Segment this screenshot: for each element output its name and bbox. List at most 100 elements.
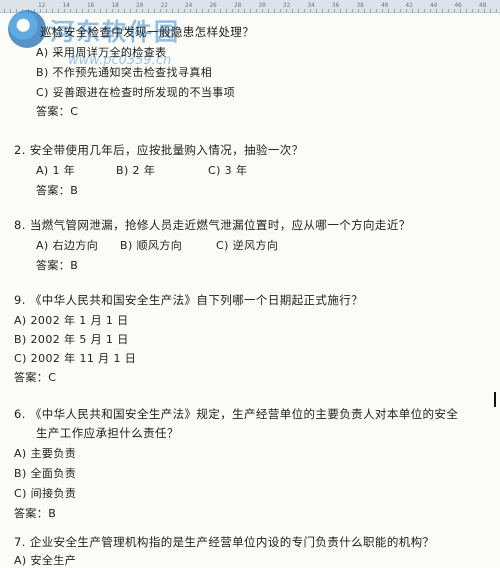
ruler-tick-label: 48 [479,2,487,9]
ruler-mark [292,9,293,12]
ruler-tick-label: 46 [454,2,462,9]
ruler-tick-label: 22 [160,2,168,9]
option-a: A) 右边方向 [36,239,99,252]
ruler-mark [16,9,17,12]
text-cursor [494,392,496,407]
question-9-text: 9. 《中华人民共和国安全生产法》自下列哪一个日期起正式施行？ [14,293,364,307]
ruler-mark [358,9,359,12]
ruler-mark [394,9,395,12]
option-c: C) 间接负责 [14,487,77,500]
ruler-mark [352,9,353,12]
ruler-mark [172,9,173,12]
ruler-tick-label: 40 [381,2,389,9]
option-b: B) 全面负责 [14,467,77,480]
answer-text: 答案：B [36,184,79,197]
ruler-mark [166,9,167,12]
ruler-mark [208,9,209,12]
ruler-mark [490,9,491,12]
ruler-mark [328,9,329,12]
ruler-mark [280,9,281,12]
ruler-mark [10,9,11,12]
ruler-mark [256,9,257,12]
option-c: C) 妥善跟进在检查时所发现的不当事项 [36,86,236,99]
ruler-mark [310,9,311,12]
ruler-mark [448,9,449,12]
ruler-tick-label: 44 [430,2,438,9]
ruler-mark [52,9,53,12]
ruler-mark [46,9,47,12]
ruler-mark [106,9,107,12]
ruler-mark [28,9,29,12]
ruler-mark [178,9,179,12]
ruler-mark [148,9,149,12]
ruler-mark [406,9,407,12]
ruler-mark [346,9,347,12]
ruler-mark [388,9,389,12]
ruler-mark [244,9,245,12]
ruler-mark [70,9,71,12]
ruler-mark [214,9,215,12]
horizontal-ruler[interactable]: 12 14 16 18 20 22 24 26 28 30 32 34 36 38 40 42 44 46 48 [0,0,500,13]
option-b: B) 不作预先通知突击检查找寻真相 [36,66,213,79]
ruler-mark [88,9,89,12]
ruler-mark [286,9,287,12]
ruler-mark [40,9,41,12]
ruler-mark [34,9,35,12]
ruler-mark [130,9,131,12]
question-6-text-line1: 6. 《中华人民共和国安全生产法》规定，生产经营单位的主要负责人对本单位的安全 [14,407,459,421]
ruler-mark [466,9,467,12]
ruler-mark [472,9,473,12]
ruler-mark [454,9,455,12]
ruler-mark [64,9,65,12]
ruler-mark [412,9,413,12]
ruler-tick-label: 18 [111,2,119,9]
ruler-mark [160,9,161,12]
question-6-text-line2: 生产工作应承担什么责任？ [36,426,179,440]
ruler-mark [154,9,155,12]
answer-text: 答案：B [14,507,57,520]
ruler-tick-label: 14 [62,2,70,9]
ruler-tick-label: 12 [38,2,46,9]
option-a: A) 2002 年 1 月 1 日 [14,314,129,327]
option-c: C) 2002 年 11 月 1 日 [14,352,137,365]
ruler-tick-label: 28 [234,2,242,9]
option-a: A) 采用周详万全的检查表 [36,46,167,59]
ruler-mark [340,9,341,12]
ruler-mark [184,9,185,12]
option-c: C) 逆风方向 [216,239,279,252]
ruler-mark [304,9,305,12]
ruler-mark [418,9,419,12]
ruler-tick-label: 34 [307,2,315,9]
ruler-mark [400,9,401,12]
ruler-mark [250,9,251,12]
question-fragment-text: 巡检安全检查中发现一般隐患怎样处理？ [40,25,255,39]
question-2-options: A) 1 年 B) 2 年 C) 3 年 [36,162,247,178]
ruler-mark [112,9,113,12]
ruler-mark [424,9,425,12]
answer-text: 答案：C [14,371,57,384]
ruler-tick-label: 16 [87,2,95,9]
option-a: A) 1 年 [36,164,76,177]
ruler-tick-label: 20 [136,2,144,9]
ruler-mark [124,9,125,12]
ruler-mark [268,9,269,12]
option-a: A) 安全生产 [14,554,77,567]
ruler-mark [142,9,143,12]
option-b: B) 2002 年 5 月 1 日 [14,333,129,346]
ruler-mark [382,9,383,12]
ruler-mark [226,9,227,12]
ruler-mark [298,9,299,12]
ruler-mark [202,9,203,12]
ruler-mark [364,9,365,12]
ruler-tick-label: 26 [209,2,217,9]
ruler-mark [436,9,437,12]
answer-text: 答案：C [36,105,79,118]
ruler-mark [232,9,233,12]
question-2-text: 2. 安全带使用几年后，应按批量购入情况，抽验一次？ [14,143,304,157]
ruler-tick-label: 30 [258,2,266,9]
ruler-mark [220,9,221,12]
ruler-tick-label: 24 [185,2,193,9]
ruler-tick-label: 36 [332,2,340,9]
ruler-mark [274,9,275,12]
answer-text: 答案：B [36,259,79,272]
